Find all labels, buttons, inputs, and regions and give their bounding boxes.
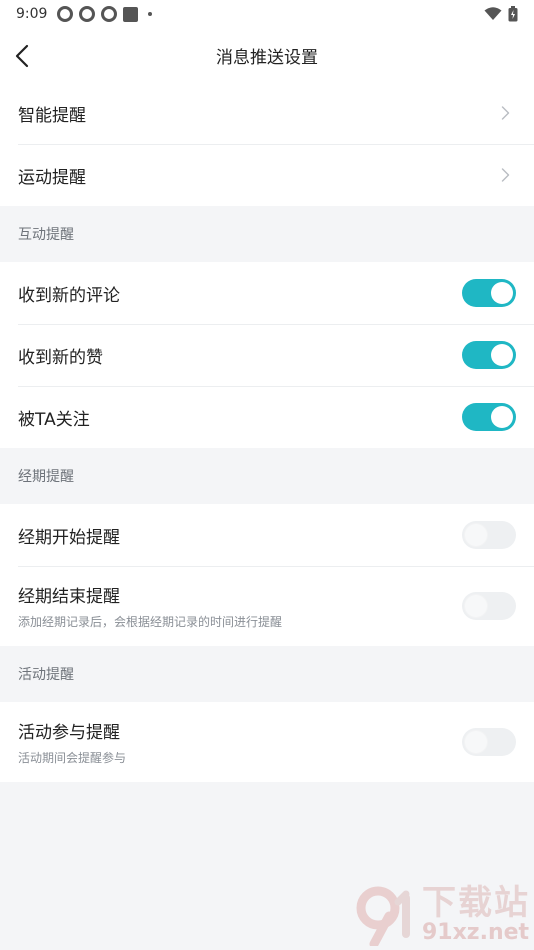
app-notification-icon [57,6,74,22]
watermark-url: 91xz.net [422,920,530,945]
interaction-group: 收到新的评论 收到新的赞 被TA关注 [0,262,534,448]
period-end-toggle[interactable] [462,592,516,620]
app-square-icon [123,6,139,22]
toggle-knob [465,524,487,546]
activity-label: 活动参与提醒 [18,723,120,743]
header: 消息推送设置 [0,28,534,82]
app-notification-icon [101,6,118,22]
watermark-logo-icon [356,886,410,946]
section-header-interaction: 互动提醒 [18,227,74,243]
activity-row: 活动参与提醒 活动期间会提醒参与 [0,702,534,782]
toggle-knob [491,282,513,304]
followed-label: 被TA关注 [18,409,90,430]
app-notification-icon [79,6,96,22]
new-like-label: 收到新的赞 [18,347,103,368]
toggle-knob [491,344,513,366]
back-button[interactable] [10,42,34,70]
toggle-knob [465,731,487,753]
period-end-row: 经期结束提醒 添加经期记录后，会根据经期记录的时间进行提醒 [0,566,534,646]
status-bar: 9:09 [0,0,534,28]
activity-toggle[interactable] [462,728,516,756]
section-header-period: 经期提醒 [18,469,74,485]
reminder-group: 智能提醒 运动提醒 [0,82,534,206]
new-comment-row: 收到新的评论 [0,262,534,324]
page-title: 消息推送设置 [216,47,318,68]
followed-row: 被TA关注 [0,386,534,448]
period-end-description: 添加经期记录后，会根据经期记录的时间进行提醒 [18,615,283,629]
chevron-right-icon [498,106,512,120]
watermark: 下载站 91xz.net [354,884,530,946]
battery-icon [508,6,518,22]
sport-reminder-row[interactable]: 运动提醒 [0,144,534,206]
smart-reminder-label: 智能提醒 [18,105,86,126]
period-group: 经期开始提醒 经期结束提醒 添加经期记录后，会根据经期记录的时间进行提醒 [0,504,534,646]
activity-group: 活动参与提醒 活动期间会提醒参与 [0,702,534,782]
period-start-toggle[interactable] [462,521,516,549]
new-comment-label: 收到新的评论 [18,285,120,306]
new-comment-toggle[interactable] [462,279,516,307]
new-like-row: 收到新的赞 [0,324,534,386]
chevron-left-icon [15,44,29,68]
toggle-knob [465,595,487,617]
new-like-toggle[interactable] [462,341,516,369]
period-end-label: 经期结束提醒 [18,587,120,607]
period-start-label: 经期开始提醒 [18,527,120,548]
section-header-activity: 活动提醒 [18,667,74,683]
wifi-icon [484,7,502,20]
status-time: 9:09 [16,6,48,22]
more-notifications-dot-icon [148,12,153,16]
period-start-row: 经期开始提醒 [0,504,534,566]
activity-description: 活动期间会提醒参与 [18,751,127,765]
toggle-knob [491,406,513,428]
chevron-right-icon [498,168,512,182]
notification-icons [57,6,153,22]
watermark-title: 下载站 [422,883,530,923]
smart-reminder-row[interactable]: 智能提醒 [0,82,534,144]
followed-toggle[interactable] [462,403,516,431]
sport-reminder-label: 运动提醒 [18,167,86,188]
system-icons [484,6,518,22]
